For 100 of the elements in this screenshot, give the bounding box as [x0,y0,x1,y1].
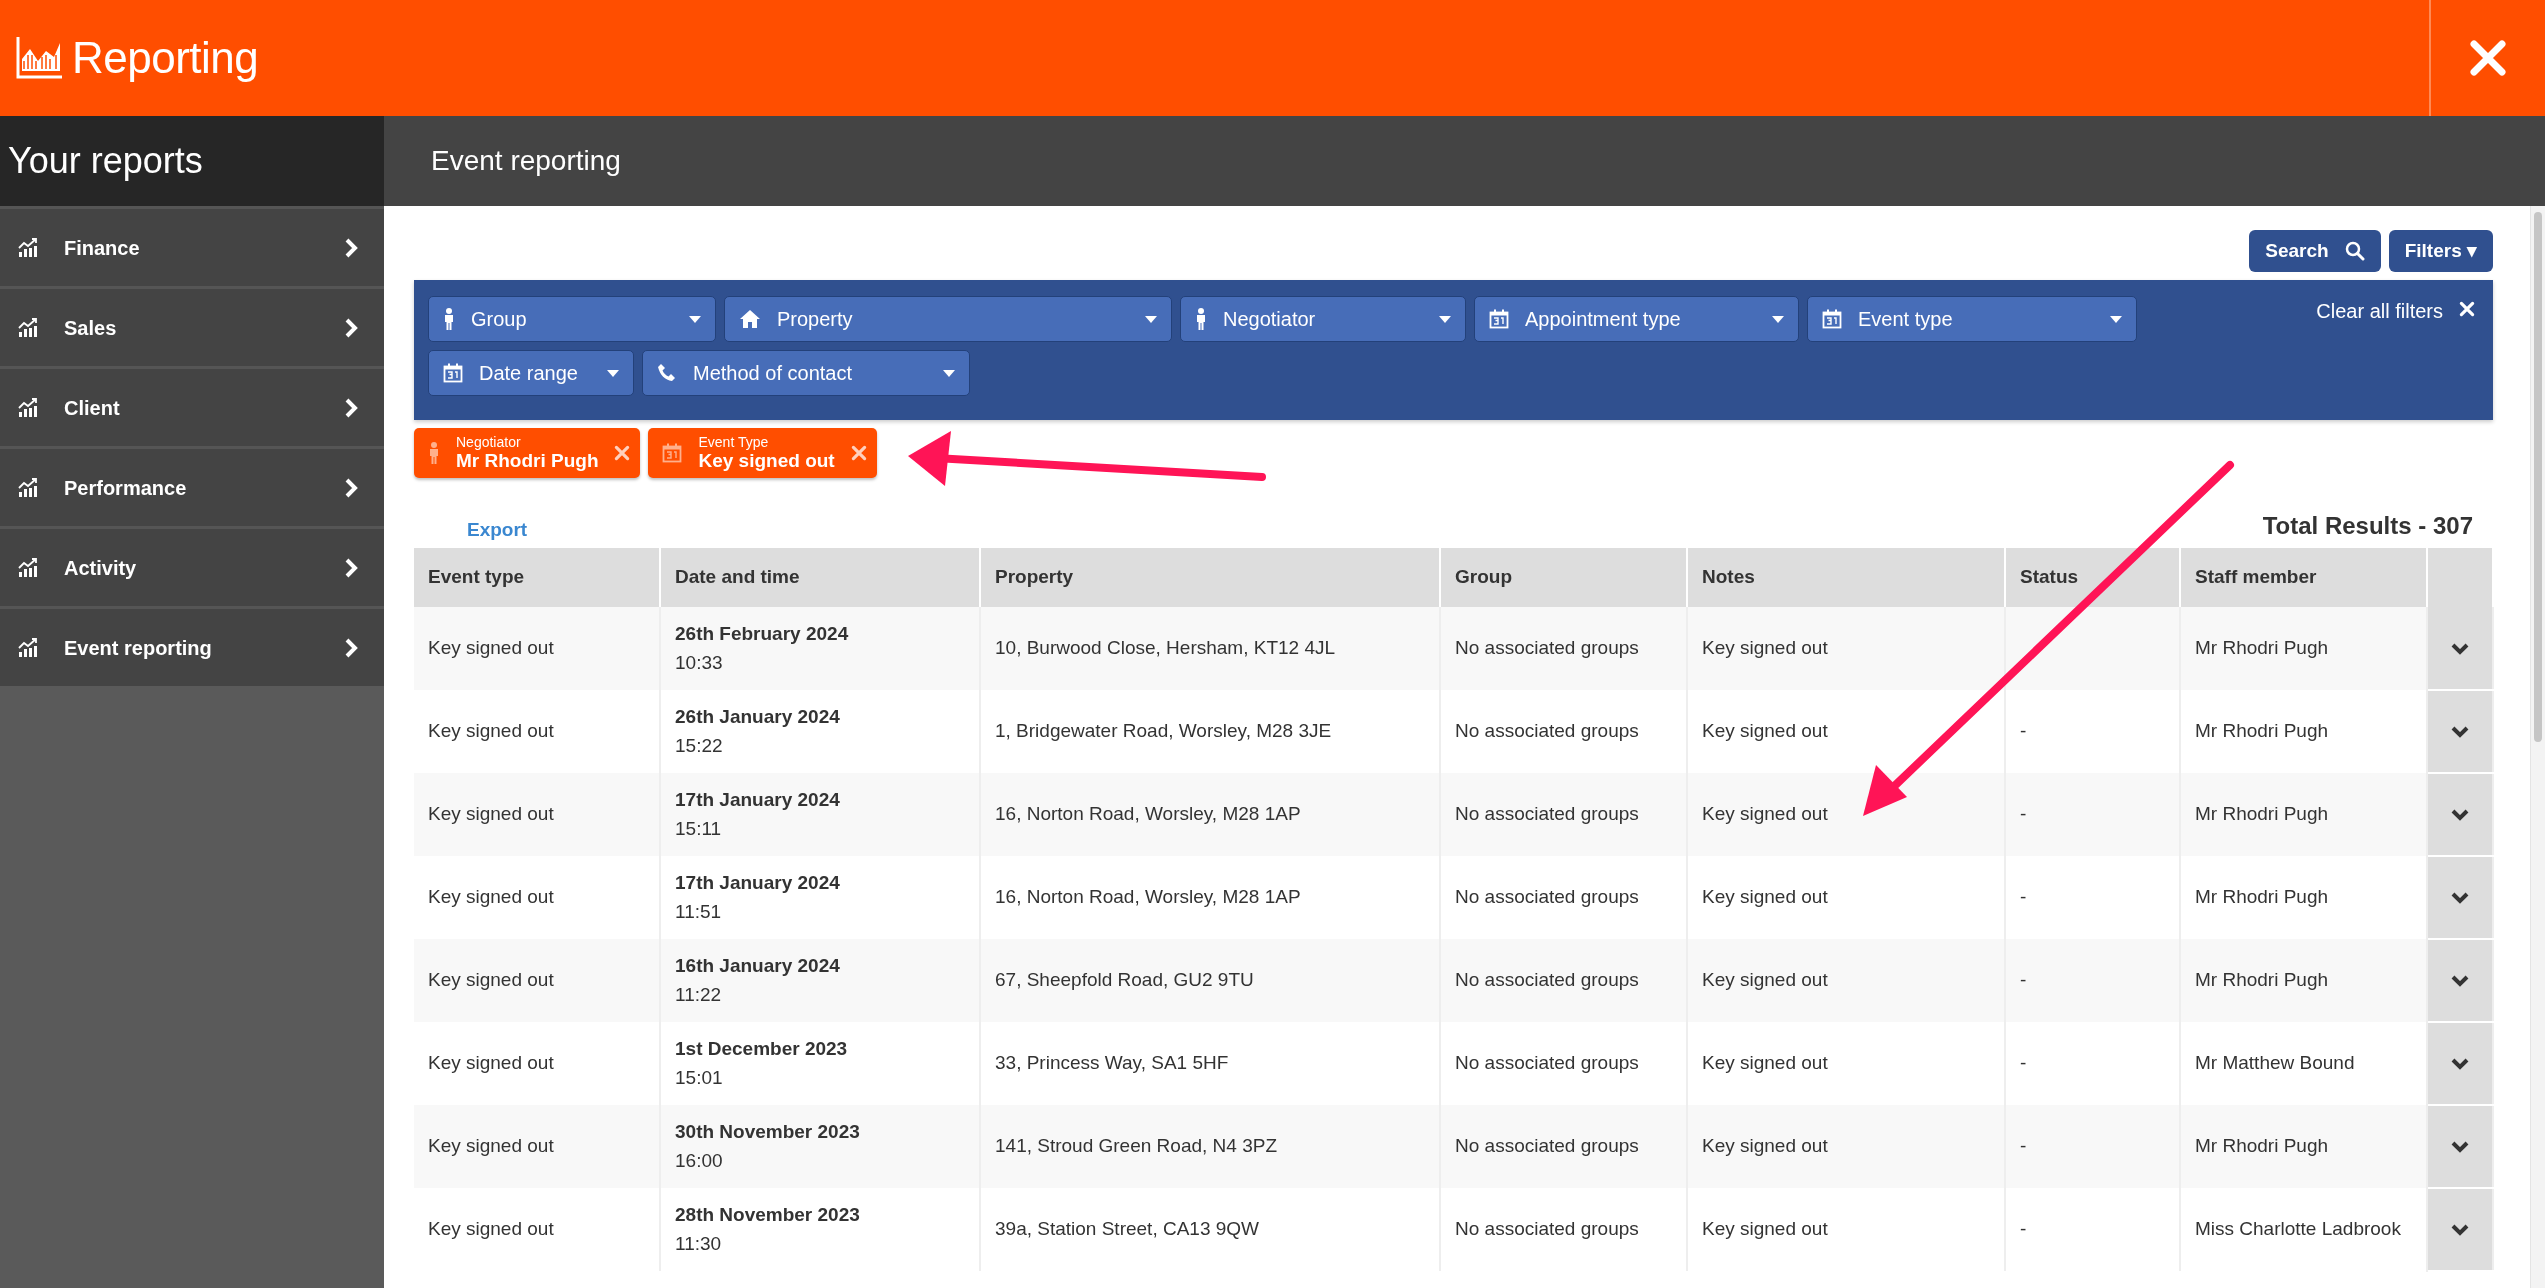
sidebar-item[interactable]: Performance [0,446,384,526]
calendar-icon [1489,309,1509,329]
table-cell: Mr Rhodri Pugh [2180,856,2427,939]
table-cell: Key signed out [1687,773,2005,856]
filter-dropdown[interactable]: Method of contact [642,350,970,396]
caret-icon [607,369,619,377]
filter-dropdown[interactable]: Negotiator [1180,296,1466,342]
export-link[interactable]: Export [467,515,528,544]
search-button[interactable]: Search [2249,230,2381,272]
bar-chart-icon [18,557,40,578]
table-cell: No associated groups [1440,1105,1687,1188]
remove-icon [614,445,631,461]
total-results: Total Results - 307 [2262,511,2473,541]
chevron-down-icon [2450,808,2470,823]
table-cell: Mr Rhodri Pugh [2180,690,2427,773]
column-header: Property [980,548,1440,607]
clear-filters-link[interactable]: Clear all filters [2316,296,2479,326]
table-cell: 16, Norton Road, Worsley, M28 1AP [980,773,1440,856]
filter-dropdown[interactable]: Date range [428,350,634,396]
table-cell: Key signed out [414,856,660,939]
time-text: 11:22 [675,982,723,1007]
caret-icon [2110,315,2122,323]
column-header: Date and time [660,548,980,607]
person-icon [1195,308,1207,330]
date-text: 26th February 2024 [675,622,850,646]
table-cell: Key signed out [414,939,660,1022]
time-text: 16:00 [675,1148,724,1173]
table-cell: 1, Bridgewater Road, Worsley, M28 3JE [980,690,1440,773]
table-cell: - [2005,1188,2180,1271]
chevron-down-icon [2450,725,2470,740]
sidebar-item[interactable]: Finance [0,206,384,286]
time-text: 15:01 [675,1065,724,1090]
table-cell: 67, Sheepfold Road, GU2 9TU [980,939,1440,1022]
chevron-right-icon [344,236,358,259]
time-text: 11:30 [675,1231,723,1256]
table-cell: Key signed out [414,690,660,773]
page-title: Event reporting [431,144,621,178]
table-cell: Mr Rhodri Pugh [2180,773,2427,856]
table-cell: Key signed out [1687,1188,2005,1271]
table-cell: - [2005,1105,2180,1188]
date-text: 17th January 2024 [675,871,841,895]
time-text: 15:22 [675,733,724,758]
search-icon [2344,241,2365,261]
column-header: Status [2005,548,2180,607]
table-cell: Miss Charlotte Ladbrook [2180,1188,2427,1271]
table-cell: 33, Princess Way, SA1 5HF [980,1022,1440,1105]
scrollbar[interactable] [2530,206,2545,1288]
table-cell: Key signed out [1687,690,2005,773]
caret-icon [1145,315,1157,323]
person-icon [428,442,440,464]
date-text: 30th November 2023 [675,1120,861,1144]
calendar-icon [443,363,463,383]
filter-dropdown[interactable]: Appointment type [1474,296,1799,342]
date-text: 28th November 2023 [675,1203,861,1227]
date-text: 1st December 2023 [675,1037,849,1061]
column-header: Notes [1687,548,2005,607]
chevron-right-icon [344,636,358,659]
table-cell: No associated groups [1440,856,1687,939]
caret-icon [689,315,701,323]
table-cell: Key signed out [414,607,660,690]
chevron-right-icon [344,556,358,579]
scrollbar-thumb[interactable] [2534,212,2542,742]
table-cell: - [2005,939,2180,1022]
time-text: 11:51 [675,899,723,924]
table-cell: Key signed out [1687,1105,2005,1188]
table-cell: No associated groups [1440,690,1687,773]
table-cell: - [2005,856,2180,939]
table-cell: No associated groups [1440,773,1687,856]
house-icon [739,309,761,329]
column-header: Event type [414,548,660,607]
chevron-down-icon [2450,1140,2470,1155]
sidebar-item[interactable]: Client [0,366,384,446]
bar-chart-icon [18,397,40,418]
table-cell: Key signed out [1687,856,2005,939]
table-cell: No associated groups [1440,939,1687,1022]
sidebar-item[interactable]: Activity [0,526,384,606]
table-cell: - [2005,1022,2180,1105]
bar-chart-icon [18,237,40,258]
time-text: 15:11 [675,816,723,841]
bar-chart-icon [18,637,40,658]
filters-button[interactable]: Filters ▾ [2388,230,2493,272]
table-cell: Mr Rhodri Pugh [2180,607,2427,690]
table-cell: Key signed out [1687,939,2005,1022]
calendar-icon [662,443,683,463]
table-cell: Key signed out [414,773,660,856]
filter-dropdown[interactable]: Event type [1807,296,2137,342]
table-cell: Key signed out [1687,1022,2005,1105]
column-header: Staff member [2180,548,2427,607]
sidebar-item[interactable]: Event reporting [0,606,384,686]
caret-icon [1439,315,1451,323]
chevron-down-icon [2450,974,2470,989]
filter-chip[interactable]: Negotiator Mr Rhodri Pugh [414,428,641,478]
filter-dropdown[interactable]: Property [724,296,1172,342]
sidebar-item[interactable]: Sales [0,286,384,366]
chevron-right-icon [344,476,358,499]
filter-dropdown[interactable]: Group [428,296,716,342]
calendar-icon [1822,309,1842,329]
remove-icon [850,445,867,461]
table-cell: No associated groups [1440,1188,1687,1271]
filter-chip[interactable]: Event Type Key signed out [648,428,877,478]
